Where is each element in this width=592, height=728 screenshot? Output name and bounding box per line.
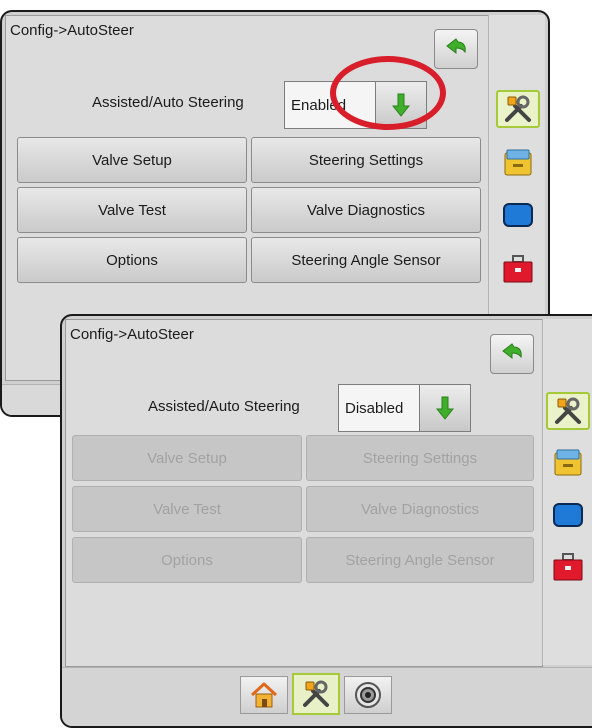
steering-settings-button: Steering Settings [306,435,534,481]
page-title: Config->AutoSteer [70,326,194,343]
tab-console[interactable] [549,444,587,482]
home-nav-button[interactable] [240,676,288,714]
steering-mode-label: Assisted/Auto Steering [148,398,300,415]
steering-angle-sensor-button: Steering Angle Sensor [306,537,534,583]
valve-test-button: Valve Test [72,486,302,532]
autosteer-panel-disabled: Config->AutoSteer Assisted/Auto Steering… [60,314,592,728]
back-button[interactable] [490,334,534,374]
home-icon [250,682,278,708]
valve-diagnostics-button[interactable]: Valve Diagnostics [251,187,481,233]
steering-mode-selector[interactable]: Disabled [338,384,471,432]
highlight-circle [330,56,446,130]
tab-tools[interactable] [496,90,540,128]
valve-diagnostics-button: Valve Diagnostics [306,486,534,532]
back-button[interactable] [434,29,478,69]
console-icon [554,449,582,476]
steering-settings-button[interactable]: Steering Settings [251,137,481,183]
tab-tools[interactable] [546,392,590,430]
steering-mode-value: Disabled [345,399,404,417]
options-button[interactable]: Options [17,237,247,283]
guidance-nav-button[interactable] [344,676,392,714]
toolbox-icon [503,255,533,283]
side-tab-rail [542,319,592,665]
tools-icon [505,95,531,122]
back-arrow-icon [502,343,522,360]
tools-icon [303,680,329,707]
valve-setup-button: Valve Setup [72,435,302,481]
toolbox-icon [553,553,583,581]
tools-icon [555,397,581,424]
valve-test-button[interactable]: Valve Test [17,187,247,233]
tab-toolbox[interactable] [499,250,537,288]
page-title: Config->AutoSteer [10,22,134,39]
tab-display[interactable] [549,496,587,534]
options-button: Options [72,537,302,583]
back-arrow-icon [446,38,466,55]
guidance-icon [355,682,381,708]
tools-nav-button[interactable] [292,673,340,715]
tab-display[interactable] [499,196,537,234]
tab-console[interactable] [499,144,537,182]
display-icon [553,503,583,527]
tab-toolbox[interactable] [549,548,587,586]
console-icon [504,149,532,176]
steering-mode-label: Assisted/Auto Steering [92,94,244,111]
steering-mode-dropdown-button[interactable] [419,385,470,431]
valve-setup-button[interactable]: Valve Setup [17,137,247,183]
display-icon [503,203,533,227]
down-arrow-icon [436,396,454,420]
steering-angle-sensor-button[interactable]: Steering Angle Sensor [251,237,481,283]
